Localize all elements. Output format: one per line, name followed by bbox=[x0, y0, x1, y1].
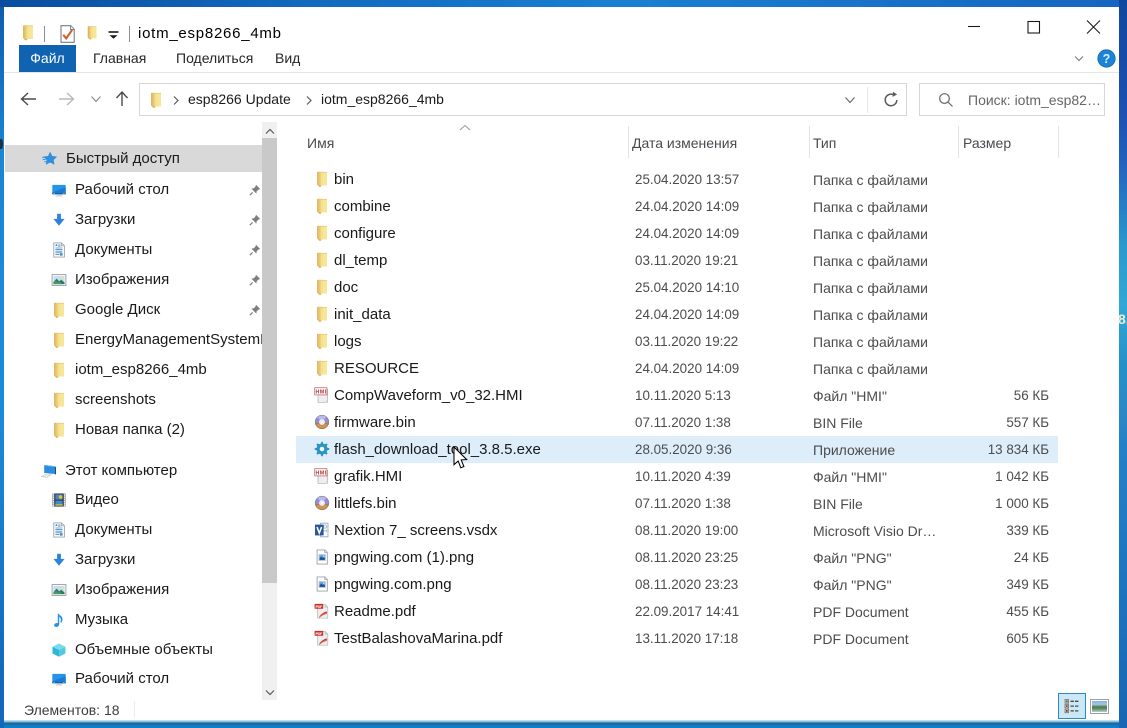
svg-text:?: ? bbox=[1103, 52, 1111, 66]
